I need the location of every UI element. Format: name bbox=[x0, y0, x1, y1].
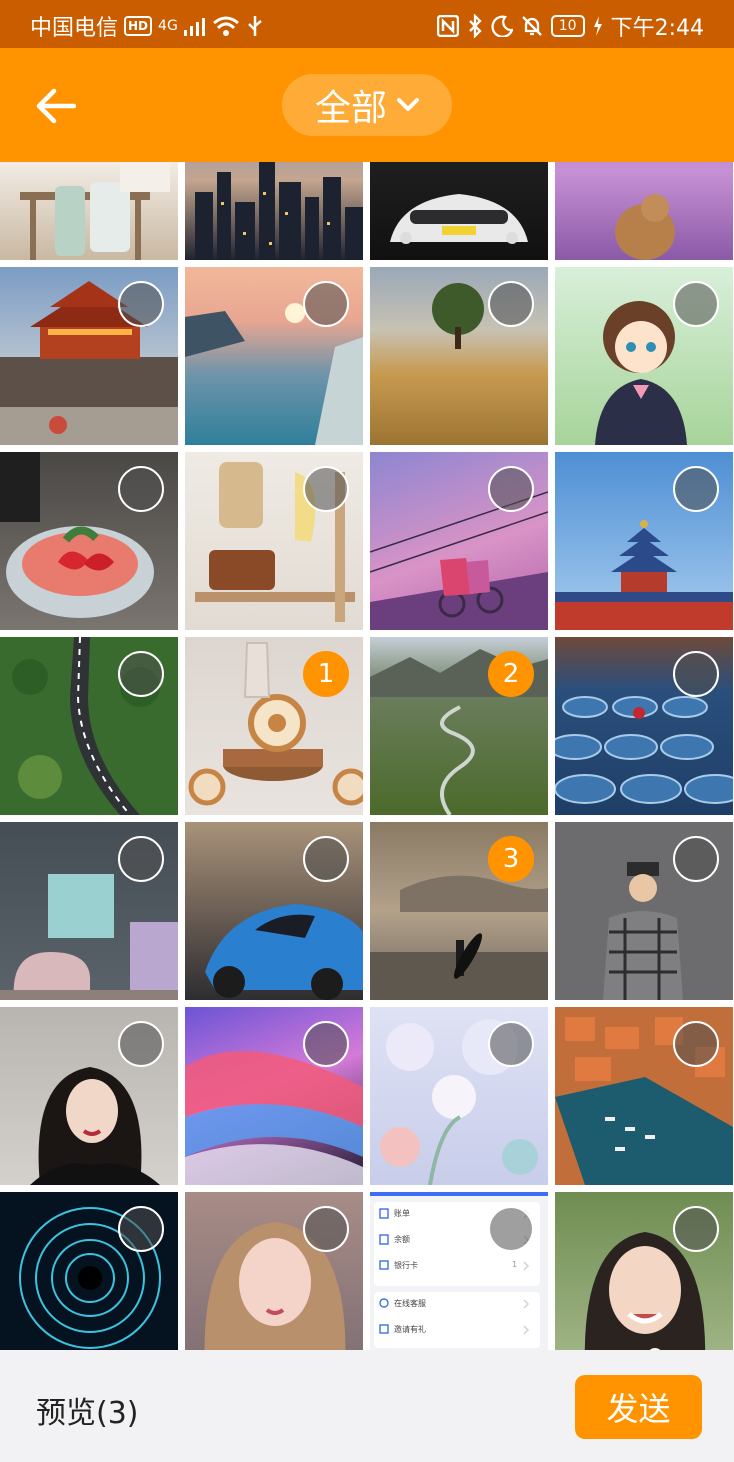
select-indicator[interactable] bbox=[303, 281, 349, 327]
photo-thumb-city[interactable] bbox=[185, 162, 363, 260]
nfc-icon bbox=[436, 15, 459, 37]
moon-icon bbox=[491, 15, 513, 37]
select-indicator[interactable] bbox=[303, 1206, 349, 1252]
photo-thumb-cake[interactable]: 1 bbox=[185, 637, 363, 815]
photo-thumb-interior[interactable] bbox=[185, 452, 363, 630]
select-indicator[interactable] bbox=[488, 466, 534, 512]
charging-icon bbox=[593, 16, 602, 36]
photo-thumb-surfer[interactable]: 3 bbox=[370, 822, 548, 1000]
select-indicator[interactable] bbox=[673, 466, 719, 512]
back-icon[interactable] bbox=[36, 88, 76, 124]
photo-thumb-smile[interactable] bbox=[555, 1192, 733, 1350]
select-indicator[interactable] bbox=[118, 1021, 164, 1067]
photo-thumb-field[interactable] bbox=[370, 267, 548, 445]
bluetooth-icon bbox=[468, 14, 482, 38]
photo-thumb-road[interactable] bbox=[0, 637, 178, 815]
battery-level: 10 bbox=[550, 15, 585, 37]
select-indicator[interactable] bbox=[118, 466, 164, 512]
photo-thumb-flowers[interactable] bbox=[370, 1007, 548, 1185]
photo-thumb-harbor[interactable] bbox=[555, 1007, 733, 1185]
photo-thumb-waves[interactable] bbox=[185, 1007, 363, 1185]
photo-thumb-sunset[interactable] bbox=[185, 267, 363, 445]
photo-thumb-spiral[interactable] bbox=[0, 1192, 178, 1350]
select-indicator[interactable] bbox=[303, 466, 349, 512]
wifi-icon bbox=[212, 16, 239, 36]
select-indicator[interactable] bbox=[303, 836, 349, 882]
photo-thumb-car[interactable] bbox=[370, 162, 548, 260]
app-bar: 全部 bbox=[0, 48, 734, 162]
status-bar: 中国电信 HD 4G 10 下午2:44 bbox=[0, 0, 734, 48]
select-indicator[interactable] bbox=[673, 836, 719, 882]
photo-thumb-dessert[interactable] bbox=[0, 452, 178, 630]
select-indicator[interactable] bbox=[488, 281, 534, 327]
carrier-label: 中国电信 bbox=[30, 16, 119, 41]
photo-thumb-model[interactable] bbox=[555, 822, 733, 1000]
photo-thumb-couple[interactable] bbox=[370, 452, 548, 630]
photo-thumb-room[interactable] bbox=[0, 822, 178, 1000]
send-button[interactable]: 发送 bbox=[575, 1375, 702, 1439]
select-indicator[interactable] bbox=[673, 281, 719, 327]
select-indicator[interactable] bbox=[673, 1206, 719, 1252]
photo-thumb-bluecar[interactable] bbox=[185, 822, 363, 1000]
select-indicator[interactable] bbox=[118, 1206, 164, 1252]
signal-icon bbox=[183, 18, 205, 36]
photo-thumb-kitchen[interactable] bbox=[0, 162, 178, 260]
select-indicator[interactable] bbox=[118, 836, 164, 882]
photo-thumb-screenshot[interactable]: 账单 余额 银行卡 1 在线客服 邀请有礼 bbox=[370, 1192, 548, 1350]
select-indicator[interactable] bbox=[118, 281, 164, 327]
chevron-down-icon bbox=[397, 98, 419, 111]
photo-thumb-portrait[interactable] bbox=[0, 1007, 178, 1185]
photo-thumb-girl[interactable] bbox=[185, 1192, 363, 1350]
usb-icon bbox=[247, 16, 262, 36]
select-indicator[interactable]: 2 bbox=[488, 651, 534, 697]
hd-badge: HD bbox=[124, 16, 153, 36]
preview-button[interactable]: 预览(3) bbox=[36, 1388, 139, 1432]
mute-bell-icon bbox=[521, 16, 542, 36]
select-indicator[interactable] bbox=[488, 1206, 534, 1252]
network-type-label: 4G bbox=[158, 18, 178, 34]
photo-thumb-valley[interactable]: 2 bbox=[370, 637, 548, 815]
album-label: 全部 bbox=[314, 88, 387, 129]
album-selector[interactable]: 全部 bbox=[282, 74, 452, 136]
select-indicator[interactable] bbox=[673, 651, 719, 697]
select-indicator[interactable] bbox=[673, 1021, 719, 1067]
clock: 下午2:44 bbox=[610, 16, 704, 41]
select-indicator[interactable]: 1 bbox=[303, 651, 349, 697]
photo-thumb-tower[interactable] bbox=[0, 267, 178, 445]
photo-thumb-temple[interactable] bbox=[555, 452, 733, 630]
photo-thumb-tiles[interactable] bbox=[555, 637, 733, 815]
photo-grid: 1 2 3 账单 余额 银行卡 1 在线客服 邀请有礼 bbox=[0, 162, 734, 1350]
select-indicator[interactable] bbox=[303, 1021, 349, 1067]
photo-thumb-lavender[interactable] bbox=[555, 162, 733, 260]
select-indicator[interactable] bbox=[488, 1021, 534, 1067]
select-indicator[interactable] bbox=[118, 651, 164, 697]
bottom-bar: 预览(3) 发送 bbox=[0, 1350, 734, 1462]
select-indicator[interactable]: 3 bbox=[488, 836, 534, 882]
photo-thumb-anime[interactable] bbox=[555, 267, 733, 445]
